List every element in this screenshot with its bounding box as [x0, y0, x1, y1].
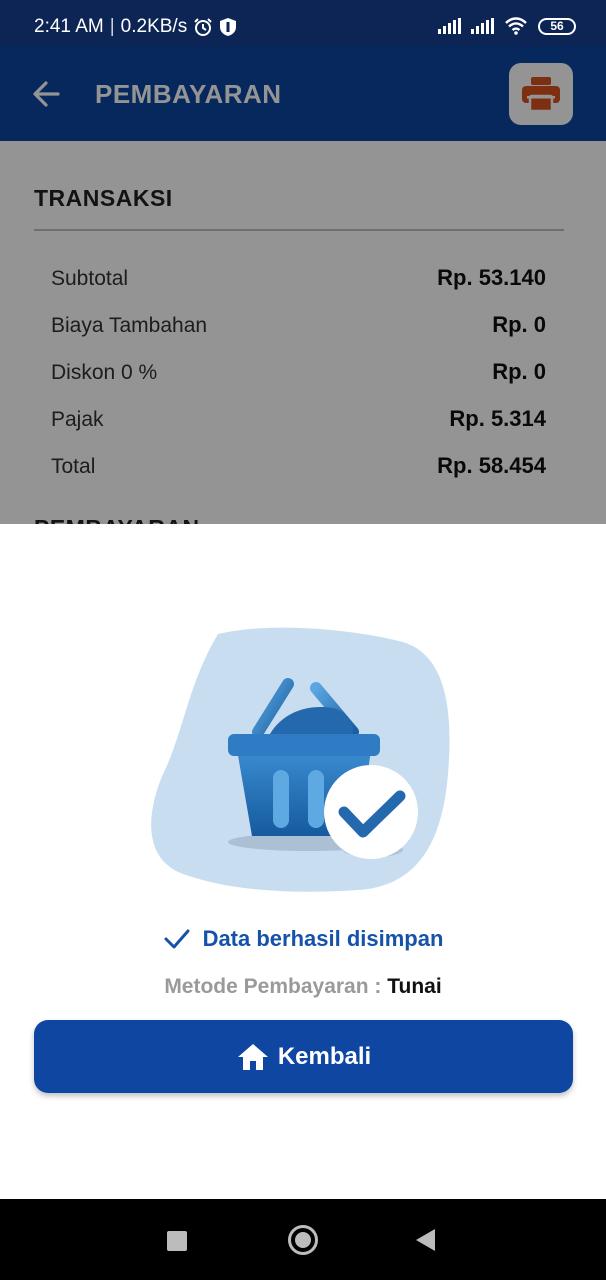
success-text: Data berhasil disimpan — [202, 926, 444, 951]
modal-overlay[interactable] — [0, 46, 606, 524]
back-home-label: Kembali — [277, 1042, 372, 1070]
battery-level: 56 — [550, 18, 564, 33]
shield-icon — [220, 18, 237, 36]
payment-method: Metode Pembayaran : Tunai — [0, 975, 606, 999]
status-right: 56 — [438, 17, 576, 35]
recent-apps-button[interactable] — [167, 1231, 187, 1251]
payment-method-label: Metode Pembayaran : — [164, 975, 388, 998]
success-message: Data berhasil disimpan — [0, 926, 606, 952]
alarm-icon — [194, 18, 212, 36]
system-home-button[interactable] — [288, 1225, 318, 1255]
status-network-speed: 0.2KB/s — [120, 16, 188, 37]
status-separator: | — [109, 16, 115, 37]
signal-icon — [471, 18, 494, 34]
wifi-icon — [505, 17, 527, 35]
basket-check-icon — [151, 627, 450, 892]
home-icon — [237, 1043, 268, 1070]
status-time: 2:41 AM — [34, 16, 104, 37]
payment-method-value: Tunai — [387, 975, 442, 998]
back-home-button[interactable]: Kembali — [34, 1020, 573, 1093]
signal-icon — [438, 18, 461, 34]
check-icon — [164, 929, 190, 949]
status-left: 2:41 AM | 0.2KB/s — [34, 16, 237, 38]
system-back-button[interactable] — [416, 1229, 435, 1251]
status-bar: 2:41 AM | 0.2KB/s 56 — [0, 0, 606, 46]
system-nav-bar — [0, 1199, 606, 1280]
battery-icon: 56 — [538, 17, 576, 35]
success-bottom-sheet: Data berhasil disimpan Metode Pembayaran… — [0, 524, 606, 1199]
